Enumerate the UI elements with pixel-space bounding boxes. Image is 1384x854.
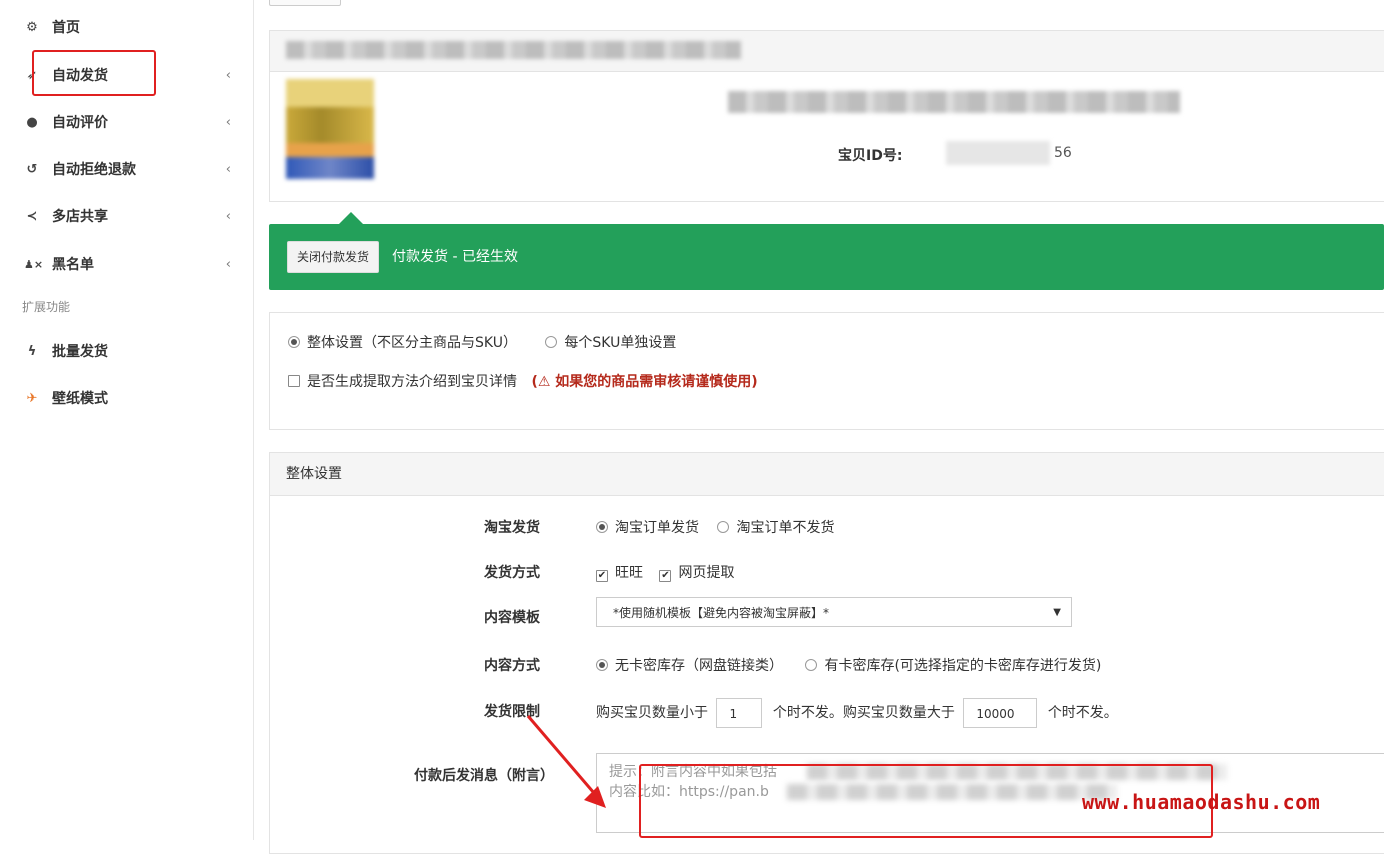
watermark: www.huamaodashu.com — [1082, 790, 1321, 814]
annotation-arrow — [526, 715, 606, 808]
